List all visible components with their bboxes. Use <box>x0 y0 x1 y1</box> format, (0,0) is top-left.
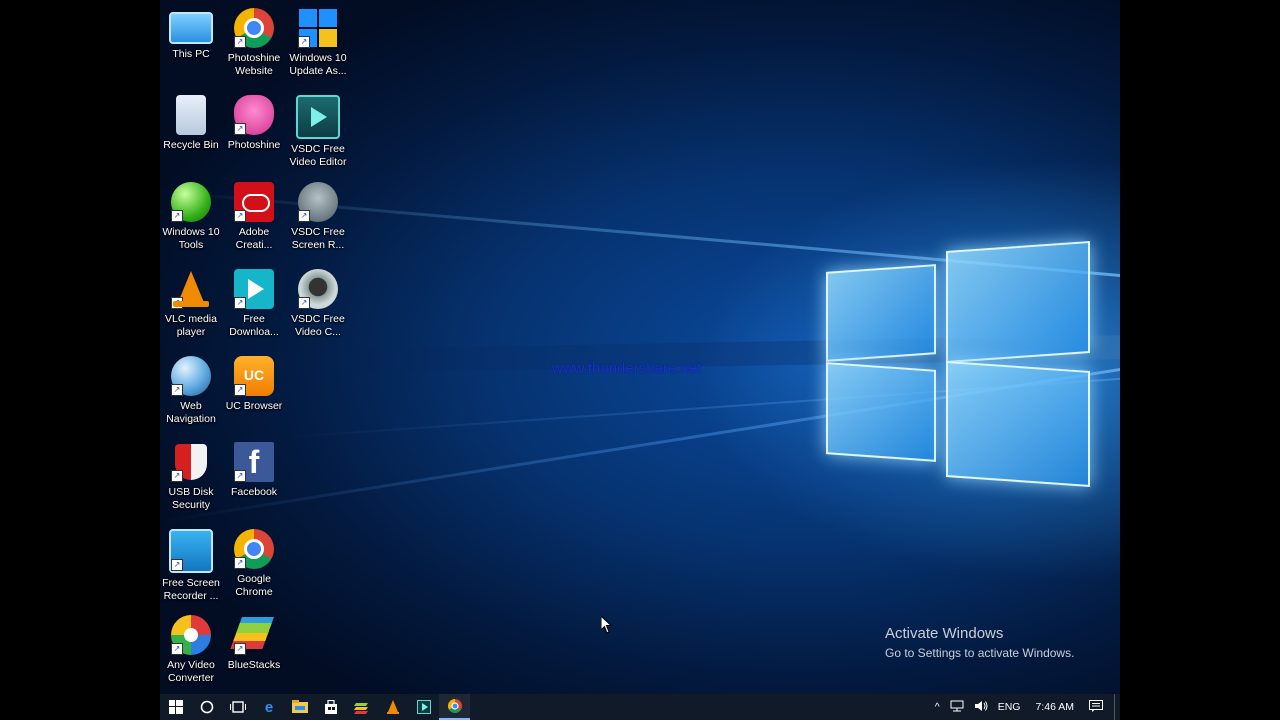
icon-label: Windows 10 Update As... <box>289 52 347 77</box>
desktop-icon-google-chrome[interactable]: ↗ Google Chrome <box>223 521 285 598</box>
icon-label: VSDC Free Screen R... <box>291 226 345 251</box>
store-button[interactable] <box>315 694 346 720</box>
icon-label: Recycle Bin <box>163 139 219 151</box>
icon-label: Adobe Creati... <box>235 226 273 251</box>
icon-label: USB Disk Security <box>168 486 214 511</box>
show-hidden-icons-chevron[interactable]: ^ <box>930 701 945 713</box>
desktop-icon-any-video-converter[interactable]: ↗ Any Video Converter <box>160 607 222 684</box>
vsdc-icon <box>416 700 431 714</box>
search-button[interactable] <box>191 694 222 720</box>
desktop-icon-recycle-bin[interactable]: Recycle Bin <box>160 87 222 152</box>
vlc-taskbar-button[interactable] <box>377 694 408 720</box>
desktop-icon-bluestacks[interactable]: ↗ BlueStacks <box>223 607 285 672</box>
green-orb-icon: ↗ <box>171 182 211 222</box>
icon-label: This PC <box>172 48 210 60</box>
video-converter-icon: ↗ <box>171 615 211 655</box>
activate-subtitle: Go to Settings to activate Windows. <box>885 646 1075 660</box>
svg-text:e: e <box>264 699 272 715</box>
desktop-icon-windows10-tools[interactable]: ↗ Windows 10 Tools <box>160 174 222 251</box>
desktop-icon-usb-disk-security[interactable]: ↗ USB Disk Security <box>160 434 222 511</box>
system-tray: ^ ENG 7:46 AM <box>930 694 1120 720</box>
screen-recorder-icon: ↗ <box>169 529 213 573</box>
desktop[interactable]: This PC ↗ Photoshine Website ↗ Windows 1… <box>160 0 1120 720</box>
icon-label: VSDC Free Video C... <box>291 313 345 338</box>
adobe-creative-cloud-icon: ↗ <box>234 182 274 222</box>
windows-logo-wallpaper <box>824 232 1090 498</box>
desktop-icon-this-pc[interactable]: This PC <box>160 0 222 61</box>
icon-label: VSDC Free Video Editor <box>289 143 347 168</box>
icon-label: Free Downloa... <box>229 313 279 338</box>
shield-icon: ↗ <box>171 442 211 482</box>
download-arrow-icon: ↗ <box>234 269 274 309</box>
desktop-icon-adobe-creative[interactable]: ↗ Adobe Creati... <box>223 174 285 251</box>
windows-logo-icon: ↗ <box>298 8 338 48</box>
clock-time[interactable]: 7:46 AM <box>1025 701 1084 713</box>
icon-label: Free Screen Recorder ... <box>162 577 220 602</box>
icon-label: Any Video Converter <box>167 659 215 684</box>
show-desktop-button[interactable] <box>1114 694 1120 720</box>
desktop-icon-free-screen-recorder[interactable]: ↗ Free Screen Recorder ... <box>160 521 222 602</box>
taskbar: e ^ ENG 7:46 AM <box>160 694 1120 720</box>
vlc-icon <box>386 700 399 714</box>
chrome-icon: ↗ <box>234 529 274 569</box>
activate-windows-notice: Activate Windows Go to Settings to activ… <box>885 625 1074 660</box>
uc-browser-icon: ↗ <box>234 356 274 396</box>
input-language[interactable]: ENG <box>993 701 1026 713</box>
store-icon <box>324 700 337 714</box>
desktop-icon-facebook[interactable]: ↗ Facebook <box>223 434 285 499</box>
activate-title: Activate Windows <box>885 625 1004 642</box>
search-circle-icon <box>200 700 213 714</box>
webcam-icon: ↗ <box>298 269 338 309</box>
task-view-icon <box>229 701 246 713</box>
recycle-bin-icon <box>176 95 206 135</box>
desktop-icon-windows10-update[interactable]: ↗ Windows 10 Update As... <box>287 0 349 77</box>
icon-label: Web Navigation <box>166 400 216 425</box>
bluestacks-taskbar-button[interactable] <box>346 694 377 720</box>
icon-label: Google Chrome <box>235 573 273 598</box>
desktop-icon-uc-browser[interactable]: ↗ UC Browser <box>223 348 285 413</box>
icon-label: UC Browser <box>225 400 283 412</box>
desktop-icon-vsdc-video-capture[interactable]: ↗ VSDC Free Video C... <box>287 261 349 338</box>
windows-start-icon <box>168 700 183 714</box>
bluestacks-icon <box>353 703 368 714</box>
network-icon[interactable] <box>945 700 969 715</box>
chrome-icon <box>447 699 462 713</box>
icon-label: Facebook <box>230 486 278 498</box>
file-explorer-icon <box>291 700 308 713</box>
file-explorer-button[interactable] <box>284 694 315 720</box>
globe-icon: ↗ <box>171 356 211 396</box>
desktop-icon-photoshine-website[interactable]: ↗ Photoshine Website <box>223 0 285 77</box>
icon-label: BlueStacks <box>227 659 281 671</box>
icon-label: Photoshine <box>227 139 281 151</box>
chrome-icon: ↗ <box>234 8 274 48</box>
desktop-icon-free-download[interactable]: ↗ Free Downloa... <box>223 261 285 338</box>
facebook-icon: ↗ <box>234 442 274 482</box>
computer-icon <box>169 12 213 44</box>
chrome-taskbar-button[interactable] <box>439 694 470 720</box>
action-center-button[interactable] <box>1084 699 1108 715</box>
icon-label: VLC media player <box>165 313 217 338</box>
task-view-button[interactable] <box>222 694 253 720</box>
edge-button[interactable]: e <box>253 694 284 720</box>
desktop-icon-vsdc-screen-recorder[interactable]: ↗ VSDC Free Screen R... <box>287 174 349 251</box>
microphone-icon: ↗ <box>298 182 338 222</box>
vlc-cone-icon: ↗ <box>171 269 211 309</box>
vsdc-icon <box>296 95 340 139</box>
vsdc-taskbar-button[interactable] <box>408 694 439 720</box>
desktop-icon-vsdc-video-editor[interactable]: VSDC Free Video Editor <box>287 87 349 168</box>
start-button[interactable] <box>160 694 191 720</box>
icon-label: Photoshine Website <box>227 52 281 77</box>
icon-label: Windows 10 Tools <box>162 226 220 251</box>
desktop-icon-vlc[interactable]: ↗ VLC media player <box>160 261 222 338</box>
edge-icon: e <box>264 699 272 715</box>
photoshine-icon: ↗ <box>234 95 274 135</box>
bluestacks-icon: ↗ <box>234 615 274 655</box>
watermark-text: www.thundershare.net <box>552 360 702 377</box>
volume-icon[interactable] <box>969 700 993 715</box>
desktop-icon-web-navigation[interactable]: ↗ Web Navigation <box>160 348 222 425</box>
desktop-icon-photoshine[interactable]: ↗ Photoshine <box>223 87 285 152</box>
notifications-icon <box>1089 699 1103 712</box>
